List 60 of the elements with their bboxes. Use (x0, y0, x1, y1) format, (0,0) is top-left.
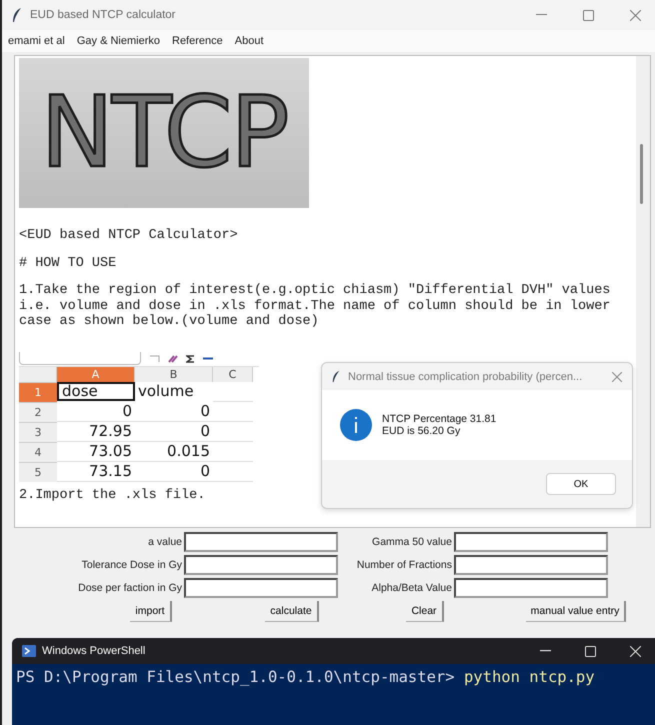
text-area[interactable] (14, 55, 651, 528)
table-cell: 72.95 (57, 422, 135, 442)
feather-icon (12, 7, 22, 23)
info-icon (340, 409, 372, 441)
scrollbar[interactable] (636, 56, 650, 527)
function-icon[interactable] (168, 354, 178, 362)
instruction-text: 1.Take the region of interest(e.g.optic chiasm) "Differential DVH" values i.e. volume and dose in .xls format.The name of column should be in lower case as shown below.(volume and dose) (19, 283, 612, 330)
instruction-text: # HOW TO USE (19, 256, 118, 271)
table-cell: 0 (135, 422, 213, 442)
table-cell: 0.015 (135, 442, 213, 462)
field-label: Number of Fractions (356, 559, 452, 571)
message-text: EUD is 56.20 Gy (382, 425, 462, 437)
input-field[interactable] (454, 532, 608, 552)
logo-text: NTCP (40, 76, 288, 190)
corner-cell[interactable] (19, 366, 57, 382)
row-header[interactable]: 3 (19, 422, 57, 442)
dialog-title: Normal tissue complication probability (percen... (348, 370, 584, 382)
table-cell: 73.15 (57, 462, 135, 482)
input-field[interactable] (184, 555, 338, 575)
field-label: a value (147, 536, 182, 548)
menu-item[interactable]: emami et al (8, 35, 65, 47)
input-field[interactable] (184, 532, 338, 552)
input-field[interactable] (184, 578, 338, 598)
menu-item[interactable]: Reference (172, 35, 223, 47)
menu-item[interactable]: Gay & Niemierko (76, 35, 160, 47)
action-button[interactable]: manual value entry (526, 601, 626, 622)
row-header[interactable]: 4 (19, 442, 57, 462)
minimize-icon[interactable] (540, 650, 551, 652)
input-field[interactable] (454, 555, 608, 575)
table-cell: volume (135, 382, 213, 402)
menu-item[interactable]: About (234, 35, 264, 47)
terminal-prompt: PS D:\Program Files\ntcp_1.0-0.1.0\ntcp-master> (16, 668, 455, 686)
action-button[interactable]: calculate (265, 601, 319, 622)
table-cell: dose (57, 382, 135, 400)
table-cell: 0 (135, 402, 213, 422)
action-button[interactable]: Clear (406, 601, 444, 622)
ok-button[interactable]: OK (546, 473, 616, 495)
instruction-text: <EUD based NTCP Calculator> (19, 228, 239, 244)
feather-icon (332, 370, 340, 383)
row-header[interactable]: 2 (19, 402, 57, 422)
powershell-icon (22, 645, 36, 657)
column-header[interactable]: C (213, 366, 253, 382)
minus-icon[interactable] (203, 357, 213, 360)
instruction-text: 2.Import the .xls file. (19, 488, 206, 503)
action-button[interactable]: import (130, 601, 172, 622)
sum-icon[interactable] (186, 354, 195, 362)
field-label: Tolerance Dose in Gy (80, 559, 182, 571)
table-cell: 0 (57, 402, 135, 422)
field-label: Gamma 50 value (371, 536, 452, 548)
table-cell: 0 (135, 462, 213, 482)
terminal-command: python ntcp.py (464, 668, 595, 686)
field-label: Dose per faction in Gy (77, 582, 182, 594)
column-header[interactable]: B (135, 366, 213, 382)
input-field[interactable] (454, 578, 608, 598)
window-title: EUD based NTCP calculator (30, 9, 176, 21)
row-header[interactable]: 5 (19, 462, 57, 482)
table-cell: 73.05 (57, 442, 135, 462)
field-label: Alpha/Beta Value (370, 582, 452, 594)
terminal-title: Windows PowerShell (42, 645, 146, 657)
message-text: NTCP Percentage 31.81 (382, 413, 496, 425)
